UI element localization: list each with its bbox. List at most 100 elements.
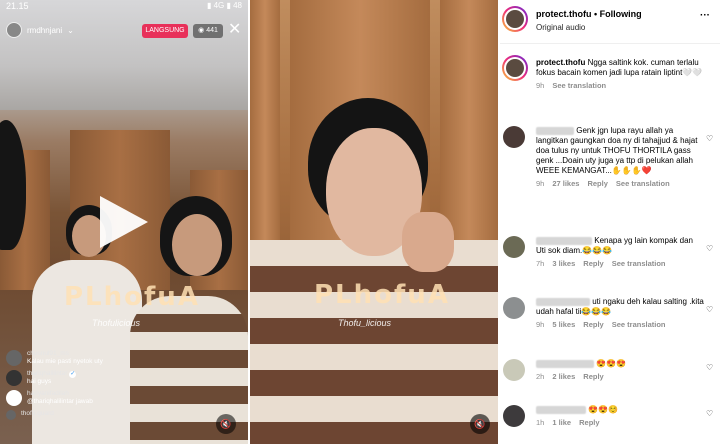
signal-icons: ▮ 4G ▮ 48 [206,1,242,10]
see-translation-link[interactable]: See translation [612,259,666,268]
shirt-stripe [250,396,498,422]
avatar[interactable] [503,236,525,258]
shirt-stripe [250,422,498,444]
comment-body: Genk jgn lupa rayu allah ya langitkan ga… [536,126,704,189]
comments-panel: protect.thofu • Following Original audio… [500,0,720,444]
shirt-stripe [250,370,498,396]
chevron-down-icon[interactable]: ⌄ [67,26,74,35]
comment-body: 😍😍😍 2h 2 likes Reply [536,359,704,382]
comment-text: Kalau mie pasti nyetok uty [27,358,103,365]
avatar[interactable] [503,126,525,148]
reply-button[interactable]: Reply [583,320,603,329]
avatar[interactable] [6,390,22,406]
post-username[interactable]: protect.thofu [536,9,592,19]
comment-time: 7h [536,259,545,268]
viewer-count[interactable]: ◉ 441 [193,24,223,38]
cabinet [440,0,498,250]
comment-user[interactable]: chusnul91_ms [27,350,103,358]
live-badge: LANGSUNG [142,24,188,38]
audio-label[interactable]: Original audio [536,23,585,32]
comment-time: 9h [536,179,545,188]
heart-icon[interactable]: ♡ [706,134,713,143]
avatar[interactable] [503,297,525,319]
live-stream-panel[interactable]: 21.15 ▮ 4G ▮ 48 rmdhnjani ⌄ LANGSUNG ◉ 4… [0,0,248,444]
watermark: PLhofuA [314,280,450,310]
reply-button[interactable]: Reply [583,259,603,268]
comment-time: 1h [536,418,545,427]
watermark-sub: Thofu_licious [338,318,392,328]
live-comment: chusnul91_ms Kalau mie pasti nyetok uty [6,350,206,366]
see-translation-link[interactable]: See translation [552,81,606,90]
screenshot-collage: 21.15 ▮ 4G ▮ 48 rmdhnjani ⌄ LANGSUNG ◉ 4… [0,0,720,444]
more-icon[interactable]: ··· [700,10,710,21]
person-hair [0,120,26,250]
avatar[interactable] [503,359,525,381]
avatar[interactable] [6,370,22,386]
comment-likes[interactable]: 1 like [552,418,571,427]
close-icon[interactable]: ✕ [228,22,241,38]
cabinet [250,0,280,240]
video-panel[interactable]: PLhofuA Thofu_licious [250,0,498,444]
comment-time: 2h [536,372,545,381]
caption-username[interactable]: protect.thofu [536,58,585,67]
blurred-username [536,359,594,368]
avatar[interactable] [502,6,528,32]
comment-body: Kenapa yg lain kompak dan Uti sok diam.😂… [536,236,704,269]
status-bar: 21.15 ▮ 4G ▮ 48 [0,0,248,14]
heart-icon[interactable]: ♡ [706,409,713,418]
comment-text: hai guys [27,378,52,385]
comment-likes[interactable]: 3 likes [552,259,575,268]
blurred-username [536,297,590,306]
status-time: 21.15 [6,1,29,11]
caption-time: 9h [536,81,545,90]
eye-icon: ◉ [198,27,207,34]
heart-icon[interactable]: ♡ [706,363,713,372]
see-translation-link[interactable]: See translation [612,320,666,329]
play-icon[interactable] [100,196,148,248]
heart-icon[interactable]: ♡ [706,244,713,253]
reply-button[interactable]: Reply [579,418,599,427]
comment-text: @thariqhalilintar jawab [27,398,93,405]
mute-icon[interactable]: 🔇 [216,414,236,434]
avatar[interactable] [6,22,22,38]
post-username-row: protect.thofu • Following [536,9,642,19]
avatar[interactable] [503,405,525,427]
shirt-stripe [250,344,498,370]
viewer-count-value: 441 [206,27,218,34]
live-comment: thariqhalilintar ✓ hai guys [6,370,206,386]
avatar[interactable] [6,410,16,420]
verified-icon: ✓ [69,371,77,378]
reply-button[interactable]: Reply [583,372,603,381]
comment-user[interactable]: hariyanifadilah [27,390,93,398]
live-comment: thofu.guard [6,410,206,420]
blurred-username [536,126,574,135]
heart-icon[interactable]: ♡ [706,305,713,314]
person-face [172,214,222,276]
following-button[interactable]: Following [600,9,642,19]
comment-time: 9h [536,320,545,329]
host-name[interactable]: rmdhnjani [27,26,62,35]
avatar[interactable] [502,55,528,81]
mute-icon[interactable]: 🔇 [470,414,490,434]
see-translation-link[interactable]: See translation [616,179,670,188]
caption: protect.thofu Ngga saltink kok. cuman te… [536,58,712,91]
watermark: PLhofuA [64,282,200,312]
comment-text: 😍😍😍 [596,359,627,368]
comment-body: uti ngaku deh kalau salting .kita udah h… [536,297,704,330]
comment-user[interactable]: thofu.guard [21,410,54,418]
reply-button[interactable]: Reply [587,179,607,188]
comment-likes[interactable]: 5 likes [552,320,575,329]
comment-likes[interactable]: 27 likes [552,179,579,188]
post-header: protect.thofu • Following Original audio… [500,0,720,44]
avatar[interactable] [6,350,22,366]
comment-user[interactable]: thariqhalilintar [27,370,67,377]
comment-text: 😍😍☺️ [588,405,619,414]
comment-likes[interactable]: 2 likes [552,372,575,381]
comment-body: 😍😍☺️ 1h 1 like Reply [536,405,704,428]
person-hand [402,212,454,272]
blurred-username [536,405,586,414]
ceiling-wall [0,0,248,110]
live-comments: chusnul91_ms Kalau mie pasti nyetok uty t… [6,350,206,424]
live-comment: hariyanifadilah @thariqhalilintar jawab [6,390,206,406]
host-info[interactable]: rmdhnjani ⌄ [6,22,74,38]
